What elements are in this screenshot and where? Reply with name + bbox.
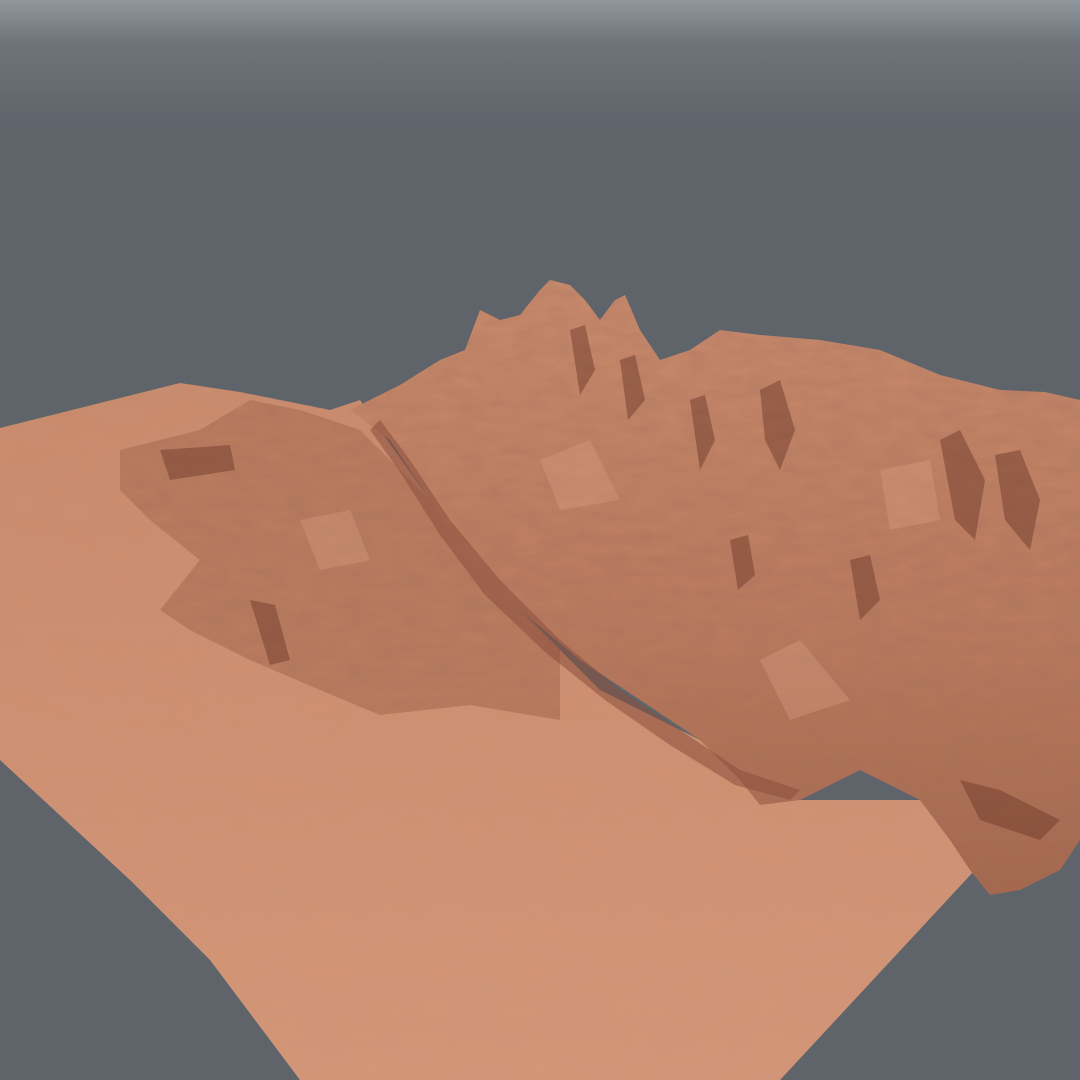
render-viewport [0, 0, 1080, 1080]
terrain-scene [0, 0, 1080, 1080]
